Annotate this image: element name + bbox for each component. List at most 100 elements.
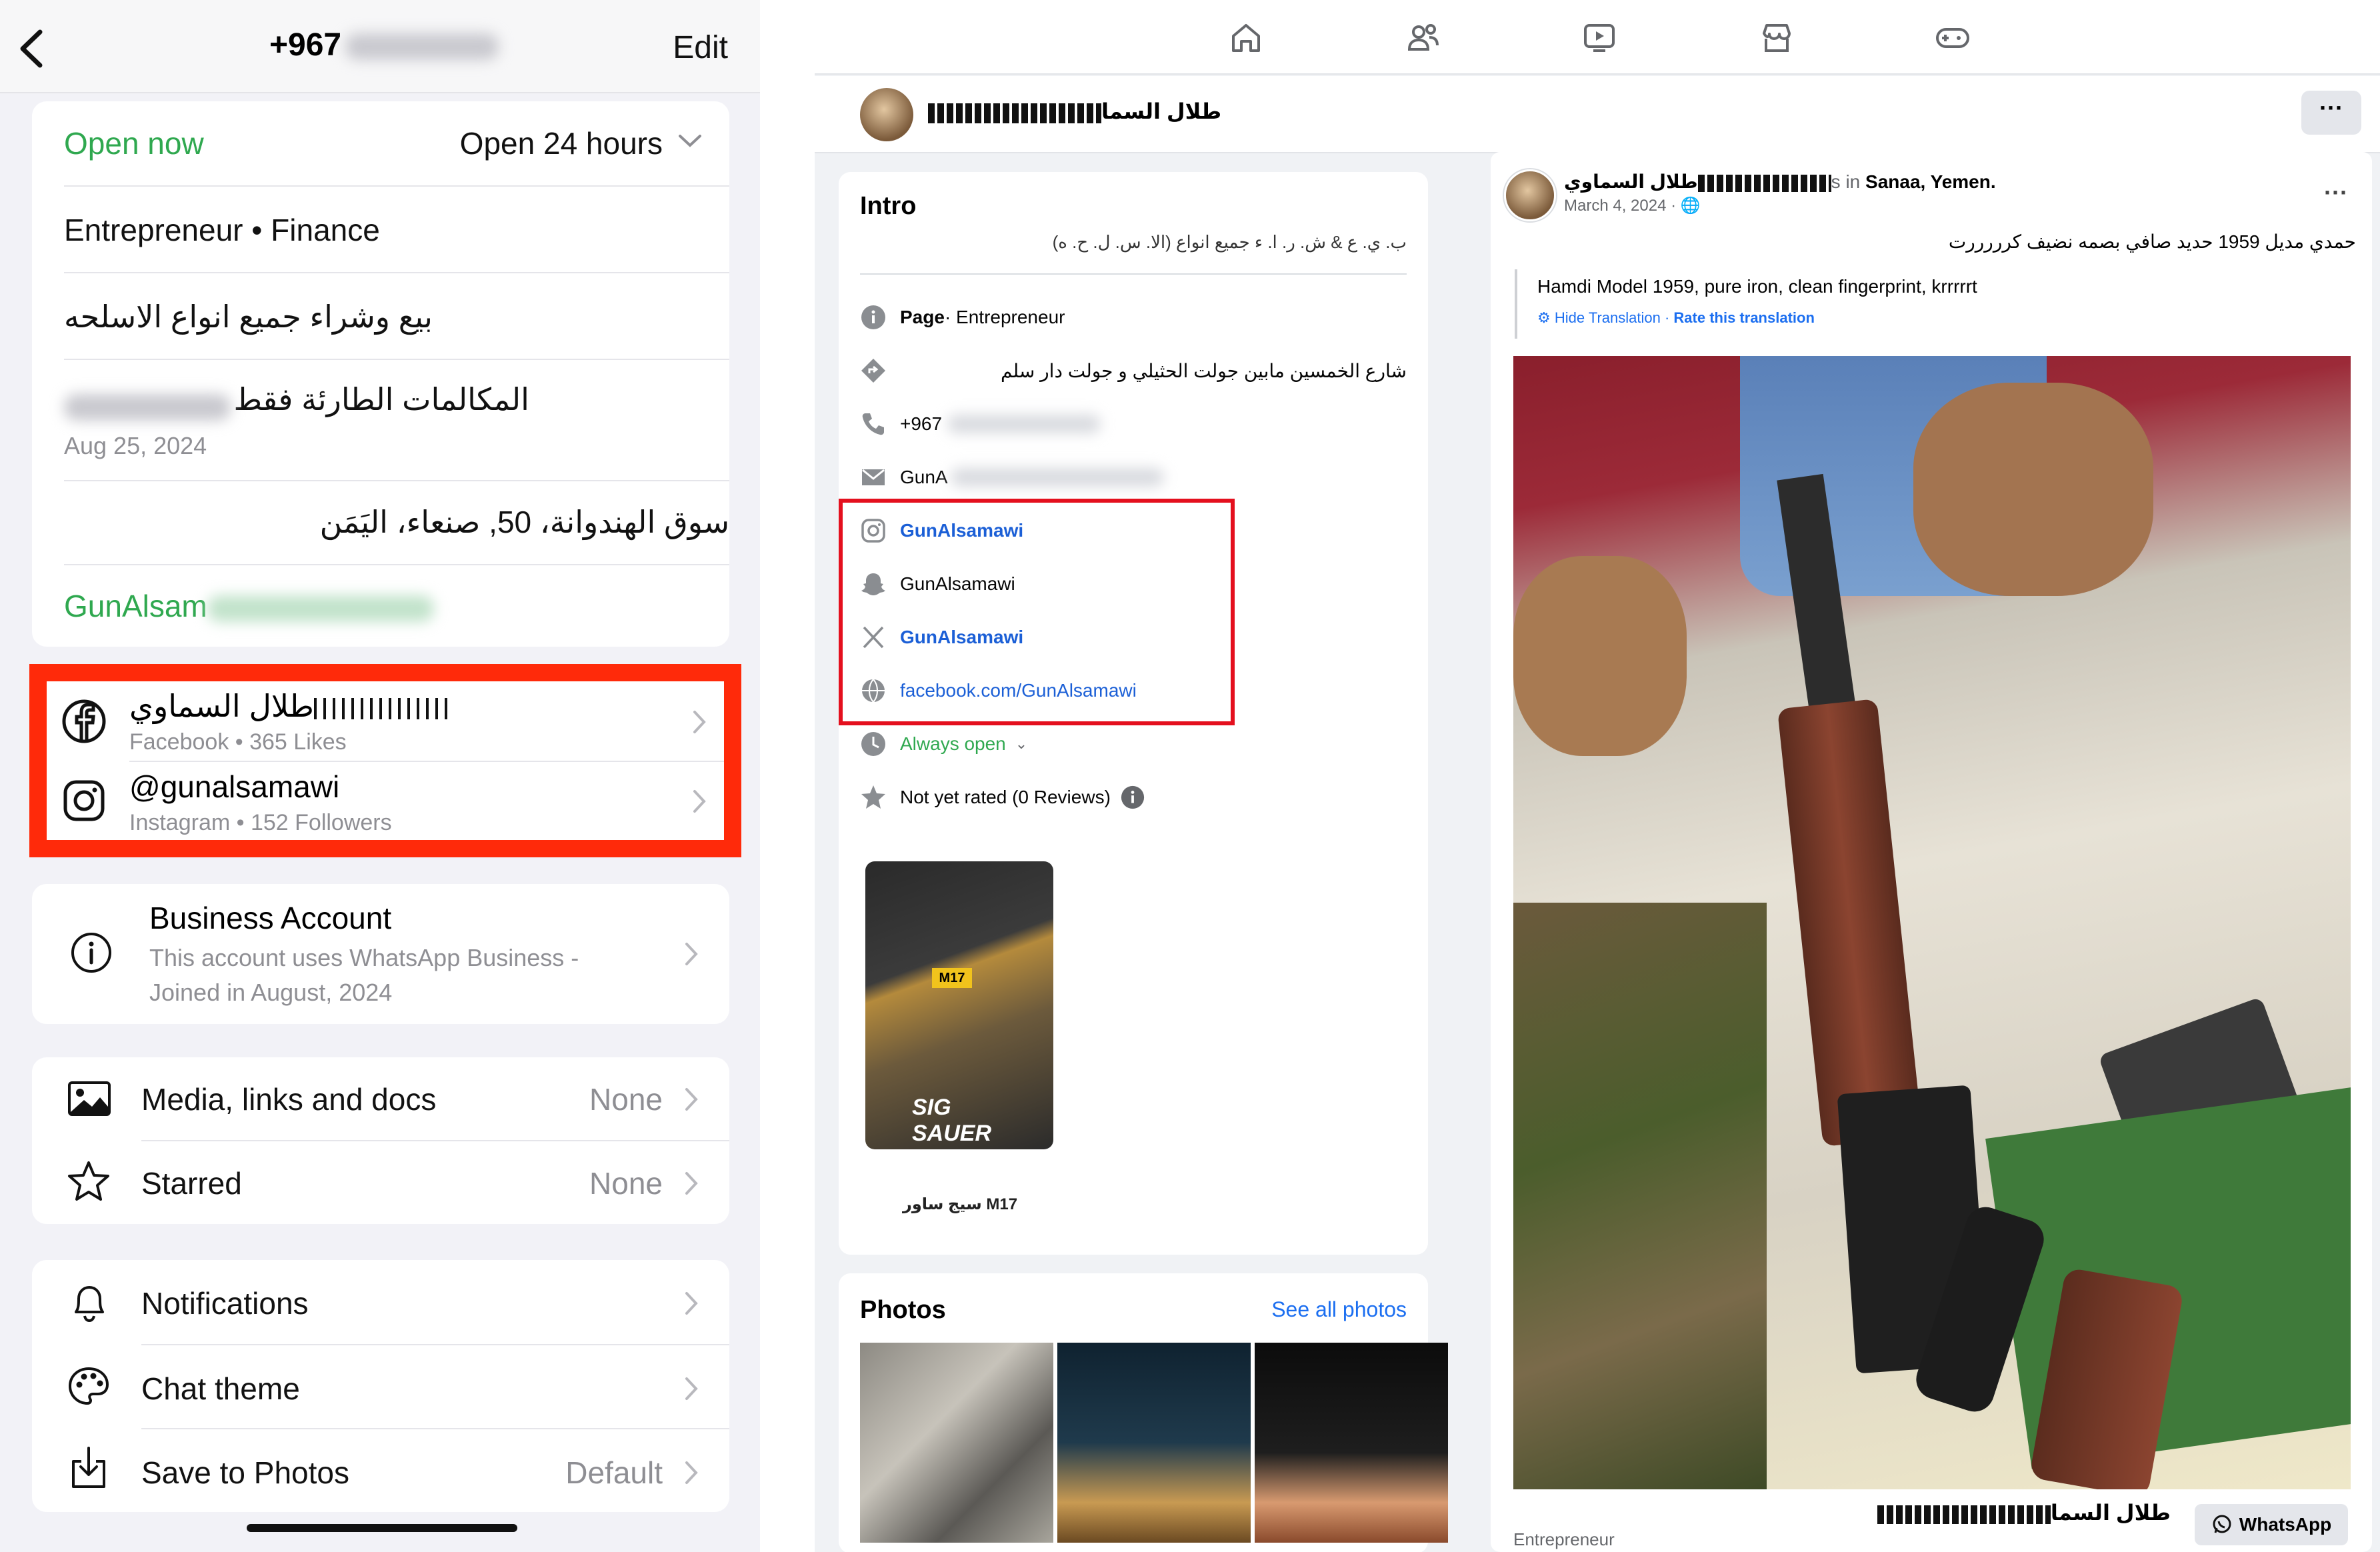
home-indicator: [247, 1524, 517, 1532]
chevron-right-icon: [685, 1172, 698, 1195]
intro-card: Intro ب. ي. ع & ش. ر. ا. ء جميع انواع (ا…: [839, 172, 1428, 1255]
linked-instagram-row[interactable]: @gunalsamawi Instagram • 152 Followers: [47, 762, 724, 840]
facebook-page-panel: طلال السما ··· Intro ب. ي. ع & ش. ر. ا. …: [815, 0, 2380, 1552]
info-icon: [71, 933, 111, 973]
note-text: المكالمات الطارئة فقط: [233, 382, 529, 417]
info-icon: [861, 305, 885, 329]
chevron-right-icon: [685, 1461, 698, 1484]
whatsapp-icon: [2213, 1515, 2231, 1533]
intro-title: Intro: [860, 192, 917, 220]
chevron-right-icon: [685, 1292, 698, 1315]
save-to-photos-value: Default: [565, 1455, 663, 1490]
info-icon[interactable]: [1120, 785, 1145, 810]
home-icon[interactable]: [1228, 20, 1264, 56]
photos-title: Photos: [860, 1296, 946, 1324]
post-author-avatar[interactable]: [1504, 169, 1556, 221]
post-date[interactable]: March 4, 2024 · 🌐: [1564, 196, 1701, 215]
business-email[interactable]: GunAlsam: [64, 588, 729, 624]
back-chevron-icon[interactable]: [13, 25, 53, 72]
more-options-button[interactable]: ···: [2301, 91, 2361, 135]
gaming-icon[interactable]: [1935, 20, 1971, 56]
starred-value: None: [589, 1166, 663, 1201]
post-photo[interactable]: [1513, 356, 2351, 1489]
whatsapp-button[interactable]: WhatsApp: [2195, 1504, 2348, 1545]
directions-icon: [861, 359, 885, 383]
chat-theme-row[interactable]: Chat theme: [32, 1345, 729, 1428]
settings-card: Notifications Chat theme Save to Photos …: [32, 1260, 729, 1512]
instagram-followers: Instagram • 152 Followers: [129, 810, 392, 835]
chevron-down-icon: [679, 135, 701, 147]
contact-phone-title: +967: [269, 27, 499, 63]
chevron-right-icon: [685, 1377, 698, 1400]
featured-photo-caption: سيج ساور M17: [903, 1195, 1018, 1213]
chat-theme-label: Chat theme: [141, 1371, 300, 1406]
see-all-photos-link[interactable]: See all photos: [1271, 1297, 1407, 1322]
friends-icon[interactable]: [1405, 20, 1441, 56]
photos-card: Photos See all photos: [839, 1273, 1448, 1552]
email-row[interactable]: GunA: [860, 457, 1407, 497]
highlight-box: [839, 499, 1235, 725]
post-card: طلال السماوي s in Sanaa, Yemen. March 4, …: [1491, 152, 2372, 1552]
marketplace-icon[interactable]: [1759, 20, 1795, 56]
media-value: None: [589, 1082, 663, 1117]
rating-row: Not yet rated (0 Reviews): [860, 777, 1407, 817]
linked-accounts-card: طلال السماوي Facebook • 365 Likes @gunal…: [29, 664, 741, 857]
translated-text: Hamdi Model 1959, pure iron, clean finge…: [1537, 276, 1977, 297]
facebook-page-name: طلال السماوي: [129, 688, 454, 724]
page-category-row: Page · Entrepreneur: [860, 297, 1407, 337]
save-to-photos-label: Save to Photos: [141, 1455, 349, 1490]
business-account-card[interactable]: Business Account This account uses Whats…: [32, 884, 729, 1024]
chevron-right-icon: [693, 790, 706, 813]
business-description: بيع وشراء جميع انواع الاسلحه: [64, 299, 433, 334]
emergency-note: المكالمات الطارئة فقط: [64, 381, 729, 421]
chevron-right-icon: [685, 1088, 698, 1111]
business-category: Entrepreneur • Finance: [64, 213, 380, 247]
post-more-button[interactable]: ···: [2324, 179, 2348, 207]
edit-button[interactable]: Edit: [673, 29, 728, 66]
business-account-line1: This account uses WhatsApp Business -: [149, 944, 579, 971]
media-links-docs-row[interactable]: Media, links and docs None: [32, 1057, 729, 1140]
linked-facebook-row[interactable]: طلال السماوي Facebook • 365 Likes: [47, 681, 724, 761]
footer-page-name[interactable]: طلال السما: [1877, 1500, 2171, 1525]
video-icon[interactable]: [1581, 20, 1617, 56]
star-icon: [861, 785, 885, 809]
footer-category: Entrepreneur: [1513, 1529, 1615, 1549]
hide-translation-link[interactable]: Hide Translation: [1555, 309, 1661, 326]
save-to-photos-row[interactable]: Save to Photos Default: [32, 1429, 729, 1512]
translation-block: Hamdi Model 1959, pure iron, clean finge…: [1515, 269, 2351, 339]
whatsapp-contact-info-panel: +967 Edit Open now Open 24 hours Entrepr…: [0, 0, 760, 1552]
phone-icon: [862, 413, 884, 435]
gear-icon: ⚙: [1537, 309, 1551, 326]
translation-links: ⚙ Hide Translation · Rate this translati…: [1537, 309, 1815, 326]
address-row: شارع الخمسين مابين جولت الحثيلي و جولت د…: [860, 351, 1407, 391]
business-address[interactable]: سوق الهندوانة، 50, صنعاء، اليَمَن: [64, 504, 729, 540]
hours-row[interactable]: Open now Open 24 hours: [64, 125, 729, 161]
clock-icon: [861, 732, 885, 756]
notifications-row[interactable]: Notifications: [32, 1260, 729, 1344]
starred-row[interactable]: Starred None: [32, 1141, 729, 1224]
instagram-icon: [63, 780, 105, 821]
bell-icon: [75, 1286, 104, 1323]
photo-grid-item[interactable]: [860, 1343, 1053, 1543]
image-icon: [68, 1081, 111, 1116]
instagram-handle: @gunalsamawi: [129, 769, 340, 804]
facebook-top-nav: [815, 0, 2380, 75]
photo-grid-item[interactable]: [1057, 1343, 1251, 1543]
note-date: Aug 25, 2024: [64, 432, 207, 459]
download-icon: [72, 1447, 105, 1488]
rate-translation-link[interactable]: Rate this translation: [1673, 309, 1814, 326]
media-card: Media, links and docs None Starred None: [32, 1057, 729, 1224]
photo-grid-item[interactable]: [1255, 1343, 1448, 1543]
business-info-card: Open now Open 24 hours Entrepreneur • Fi…: [32, 101, 729, 647]
hours-row[interactable]: Always open ⌄: [860, 724, 1407, 764]
page-header-bar: طلال السما ···: [815, 76, 2380, 153]
notifications-label: Notifications: [141, 1286, 309, 1321]
page-avatar[interactable]: [860, 88, 913, 141]
business-account-title: Business Account: [149, 901, 392, 935]
phone-row[interactable]: +967: [860, 404, 1407, 444]
post-author[interactable]: طلال السماوي s in Sanaa, Yemen.: [1564, 171, 1996, 193]
mail-icon: [862, 469, 885, 485]
featured-photo-thumbnail[interactable]: M17 SIG SAUER: [865, 861, 1053, 1149]
facebook-likes: Facebook • 365 Likes: [129, 729, 347, 755]
facebook-icon: [62, 699, 106, 743]
